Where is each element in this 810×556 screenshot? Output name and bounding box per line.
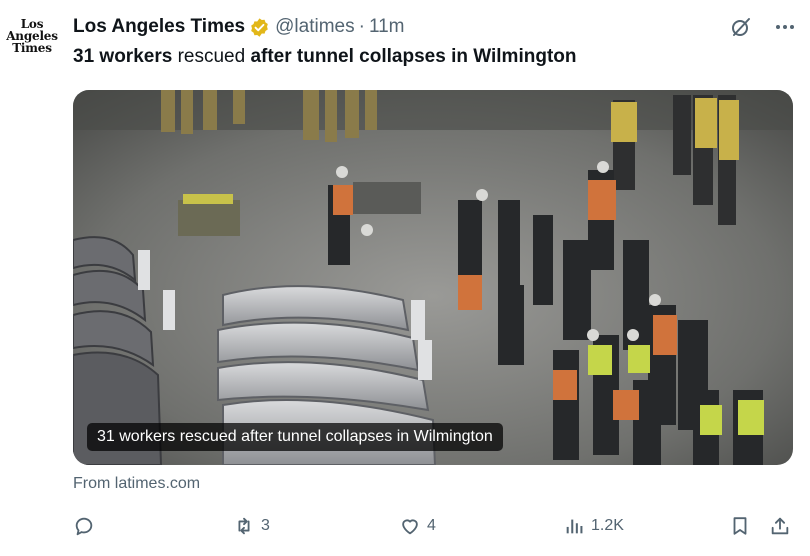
- bookmark-icon: [733, 517, 747, 535]
- views-count: 1.2K: [591, 517, 624, 534]
- share-button[interactable]: [769, 508, 791, 544]
- bookmark-button[interactable]: [729, 508, 751, 544]
- news-photo: [73, 90, 793, 465]
- header-actions: [728, 14, 798, 40]
- timestamp[interactable]: 11m: [369, 16, 405, 38]
- reply-icon: [75, 517, 93, 536]
- tweet-header: Los Angeles Times @latimes · 11m: [73, 14, 798, 40]
- repost-button[interactable]: 3: [233, 508, 270, 544]
- card-source-link[interactable]: From latimes.com: [73, 475, 200, 493]
- tweet-text-bold-1: 31 workers: [73, 46, 173, 67]
- tweet-text: 31 workers rescued after tunnel collapse…: [73, 46, 576, 68]
- card-caption: 31 workers rescued after tunnel collapse…: [87, 423, 503, 451]
- views-icon: [566, 519, 583, 534]
- like-button[interactable]: 4: [399, 508, 436, 544]
- like-icon: [402, 519, 418, 535]
- tweet-text-bold-2: after tunnel collapses in Wilmington: [250, 46, 577, 67]
- avatar[interactable]: Los Angeles Times: [6, 18, 58, 70]
- grok-icon[interactable]: [728, 14, 754, 40]
- repost-icon: [238, 517, 250, 535]
- logo-line-3: Times: [12, 41, 52, 55]
- action-bar: 3 4 1.2K: [73, 508, 797, 544]
- views-button[interactable]: 1.2K: [563, 508, 624, 544]
- more-icon[interactable]: [772, 14, 798, 40]
- separator-dot: ·: [358, 16, 365, 37]
- link-card[interactable]: 31 workers rescued after tunnel collapse…: [73, 90, 793, 465]
- reply-button[interactable]: [73, 508, 101, 544]
- account-handle[interactable]: @latimes: [275, 16, 354, 38]
- account-name[interactable]: Los Angeles Times: [73, 16, 245, 38]
- repost-count: 3: [261, 517, 270, 534]
- share-icon: [771, 517, 789, 535]
- like-count: 4: [427, 517, 436, 534]
- tweet-text-normal: rescued: [172, 46, 251, 67]
- verified-badge-icon: [249, 17, 270, 38]
